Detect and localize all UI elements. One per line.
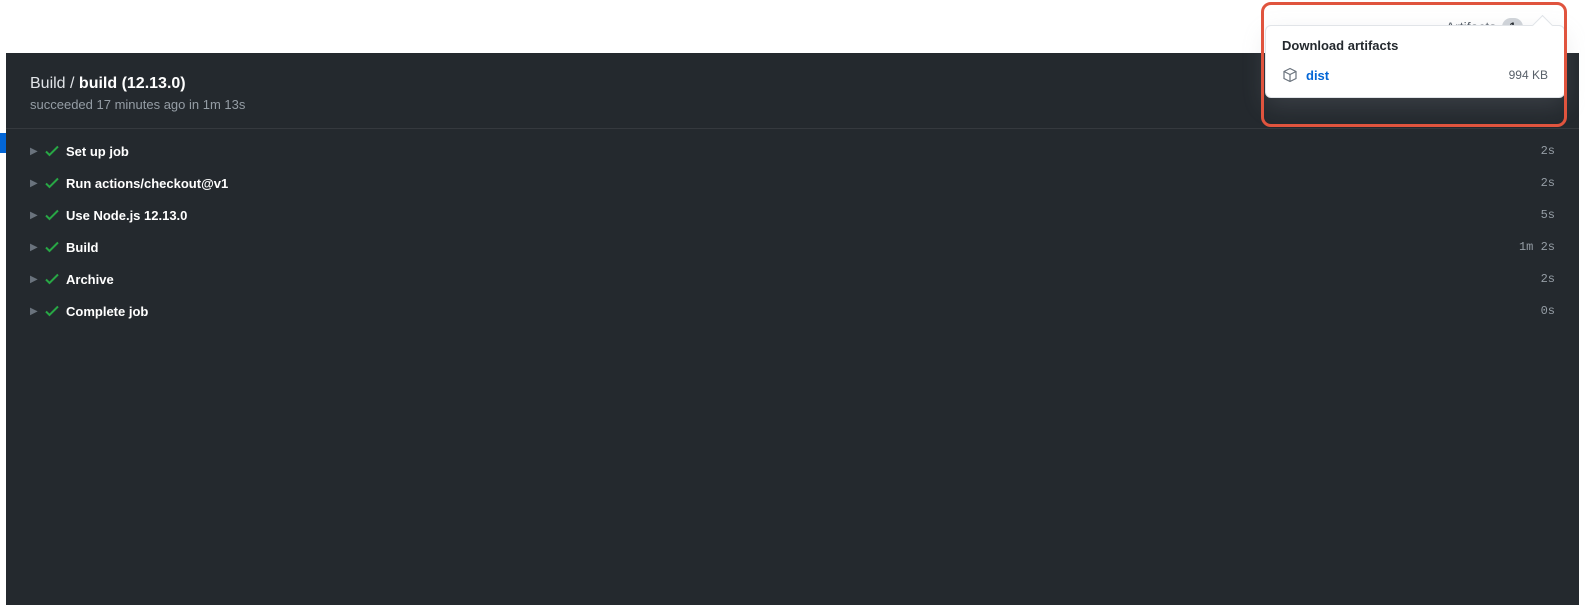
package-icon bbox=[1282, 67, 1298, 83]
step-name: Build bbox=[66, 240, 1519, 255]
step-row[interactable]: ▶ Complete job 0s bbox=[6, 295, 1579, 327]
steps-list: ▶ Set up job 2s ▶ Run actions/checkout@v… bbox=[6, 129, 1579, 333]
check-icon bbox=[44, 239, 66, 255]
chevron-right-icon: ▶ bbox=[30, 146, 44, 157]
chevron-right-icon: ▶ bbox=[30, 242, 44, 253]
step-name: Complete job bbox=[66, 304, 1541, 319]
step-row[interactable]: ▶ Use Node.js 12.13.0 5s bbox=[6, 199, 1579, 231]
check-icon bbox=[44, 271, 66, 287]
check-icon bbox=[44, 175, 66, 191]
step-name: Archive bbox=[66, 272, 1541, 287]
job-status-line: succeeded 17 minutes ago in 1m 13s bbox=[30, 97, 1555, 112]
chevron-right-icon: ▶ bbox=[30, 306, 44, 317]
check-icon bbox=[44, 207, 66, 223]
step-name: Use Node.js 12.13.0 bbox=[66, 208, 1541, 223]
step-name: Set up job bbox=[66, 144, 1541, 159]
step-duration: 1m 2s bbox=[1519, 240, 1555, 254]
artifact-name-link[interactable]: dist bbox=[1306, 68, 1509, 83]
step-duration: 0s bbox=[1541, 304, 1555, 318]
step-duration: 2s bbox=[1541, 272, 1555, 286]
step-name: Run actions/checkout@v1 bbox=[66, 176, 1541, 191]
workflow-name: Build bbox=[30, 75, 66, 92]
chevron-right-icon: ▶ bbox=[30, 210, 44, 221]
check-icon bbox=[44, 303, 66, 319]
step-row[interactable]: ▶ Archive 2s bbox=[6, 263, 1579, 295]
dropdown-title: Download artifacts bbox=[1266, 26, 1564, 63]
check-icon bbox=[44, 143, 66, 159]
chevron-right-icon: ▶ bbox=[30, 274, 44, 285]
step-row[interactable]: ▶ Build 1m 2s bbox=[6, 231, 1579, 263]
artifact-row[interactable]: dist 994 KB bbox=[1266, 63, 1564, 97]
step-duration: 5s bbox=[1541, 208, 1555, 222]
step-row[interactable]: ▶ Run actions/checkout@v1 2s bbox=[6, 167, 1579, 199]
chevron-right-icon: ▶ bbox=[30, 178, 44, 189]
job-log-panel: Build / build (12.13.0) succeeded 17 min… bbox=[6, 53, 1579, 605]
step-duration: 2s bbox=[1541, 144, 1555, 158]
artifact-size: 994 KB bbox=[1509, 68, 1548, 82]
job-name: build (12.13.0) bbox=[79, 75, 186, 92]
title-separator: / bbox=[66, 75, 79, 92]
artifacts-dropdown: Download artifacts dist 994 KB bbox=[1265, 25, 1565, 98]
step-duration: 2s bbox=[1541, 176, 1555, 190]
step-row[interactable]: ▶ Set up job 2s bbox=[6, 135, 1579, 167]
progress-indicator bbox=[0, 133, 6, 153]
